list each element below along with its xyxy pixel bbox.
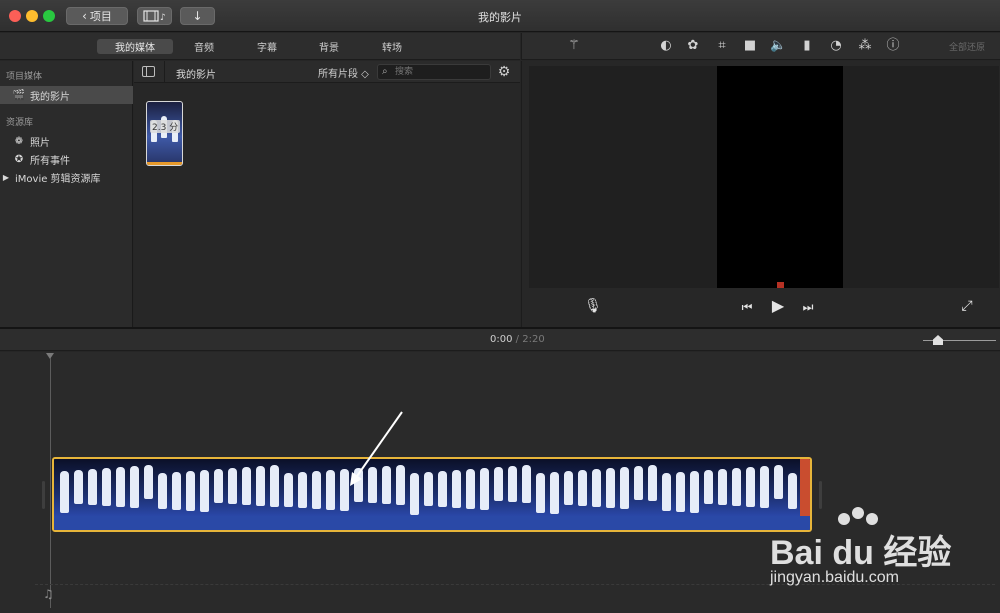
- baidu-watermark: Bai du 经验 jingyan.baidu.com: [770, 505, 990, 595]
- sidebar-item-imovie-library[interactable]: ▶ iMovie 剪辑资源库: [0, 168, 133, 186]
- magic-wand-icon[interactable]: ⚚: [566, 38, 582, 54]
- timeline-header: 0:00 / 2:20: [0, 329, 1000, 351]
- speed-icon[interactable]: ◔: [828, 38, 844, 54]
- viewer-stage: [529, 66, 999, 288]
- clip-thumbnail[interactable]: 2.3 分: [146, 101, 183, 166]
- clapperboard-icon: 🎬: [12, 89, 26, 101]
- section-header-project-media: 项目媒体: [6, 72, 43, 82]
- star-box-icon: ✪: [14, 153, 24, 165]
- clip-duration-badge: 2.3 分: [150, 120, 181, 133]
- search-icon: ⌕: [382, 66, 388, 77]
- marker: [777, 282, 784, 288]
- zoom-slider-knob[interactable]: [933, 335, 943, 345]
- sidebar-item-my-movie[interactable]: 🎬 我的影片: [0, 86, 133, 104]
- color-balance-icon[interactable]: ◐: [658, 38, 674, 54]
- media-browser: 我的影片 所有片段 ◇ ⌕ ⚙ 2.3 分: [134, 61, 520, 327]
- fullscreen-icon[interactable]: ⤢: [958, 297, 976, 315]
- libraries-sidebar: 项目媒体 🎬 我的影片 资源库 ❁ 照片 ✪ 所有事件 ▶ iMovie 剪辑资…: [0, 61, 133, 327]
- sidebar-item-label: iMovie 剪辑资源库: [15, 173, 101, 185]
- watermark-brand: Bai du 经验: [770, 534, 952, 572]
- sidebar-toggle-icon[interactable]: [142, 66, 155, 77]
- watermark-url: jingyan.baidu.com: [770, 569, 899, 586]
- music-note-icon: ♫: [43, 587, 54, 601]
- photos-flower-icon: ❁: [14, 135, 24, 147]
- skip-forward-icon[interactable]: ⏭: [799, 298, 817, 316]
- title-bar: ‹ 项目 ♪ ↓ 我的影片: [0, 0, 1000, 32]
- microphone-icon[interactable]: 🎙: [584, 297, 602, 315]
- video-viewer: 🎙 ⏮ ▶ ⏭ ⤢: [521, 61, 1000, 327]
- tab-my-media[interactable]: 我的媒体: [97, 39, 173, 54]
- content-tabs: 我的媒体 音频 字幕 背景 转场: [0, 33, 520, 60]
- filter-icon[interactable]: ⁂: [857, 38, 873, 54]
- sidebar-item-all-events[interactable]: ✪ 所有事件: [0, 150, 133, 168]
- sidebar-item-photos[interactable]: ❁ 照片: [0, 132, 133, 150]
- disclosure-triangle-icon[interactable]: ▶: [1, 173, 11, 182]
- browser-title: 我的影片: [176, 70, 216, 81]
- volume-icon[interactable]: 🔈: [770, 38, 786, 54]
- color-correction-icon[interactable]: ✿: [685, 38, 701, 54]
- tab-audio[interactable]: 音频: [186, 39, 222, 54]
- divider: [164, 61, 165, 83]
- adjustments-toolbar: ⚚ ◐ ✿ ⌗ ■ 🔈 ▮ ◔ ⁂ ⓘ 全部还原: [521, 33, 1000, 60]
- time-separator: /: [515, 334, 520, 345]
- tab-backgrounds[interactable]: 背景: [311, 39, 347, 54]
- timecode: 0:00 / 2:20: [490, 334, 545, 345]
- skip-back-icon[interactable]: ⏮: [738, 298, 756, 316]
- stabilization-icon[interactable]: ■: [742, 38, 758, 54]
- equalizer-icon[interactable]: ▮: [799, 38, 815, 54]
- tab-transitions[interactable]: 转场: [374, 39, 410, 54]
- window-title: 我的影片: [478, 11, 522, 24]
- info-icon[interactable]: ⓘ: [885, 38, 901, 54]
- tab-titles[interactable]: 字幕: [249, 39, 285, 54]
- current-time: 0:00: [490, 334, 513, 345]
- play-icon[interactable]: ▶: [768, 297, 788, 315]
- search-input[interactable]: [395, 66, 487, 78]
- sidebar-item-label: 我的影片: [30, 91, 70, 103]
- total-time: 2:20: [522, 334, 545, 345]
- clip-used-indicator: [147, 162, 182, 165]
- search-box[interactable]: ⌕: [377, 64, 491, 80]
- browser-toolbar: 我的影片 所有片段 ◇ ⌕ ⚙: [134, 61, 520, 83]
- clip-filter-select[interactable]: 所有片段 ◇: [318, 65, 369, 80]
- settings-gear-icon[interactable]: ⚙: [496, 64, 512, 80]
- video-preview[interactable]: [717, 66, 843, 288]
- sidebar-item-label: 所有事件: [30, 155, 70, 167]
- reset-all-button[interactable]: 全部还原: [949, 40, 985, 53]
- crop-icon[interactable]: ⌗: [714, 38, 730, 54]
- section-header-libraries: 资源库: [6, 118, 34, 128]
- sidebar-item-label: 照片: [30, 137, 50, 149]
